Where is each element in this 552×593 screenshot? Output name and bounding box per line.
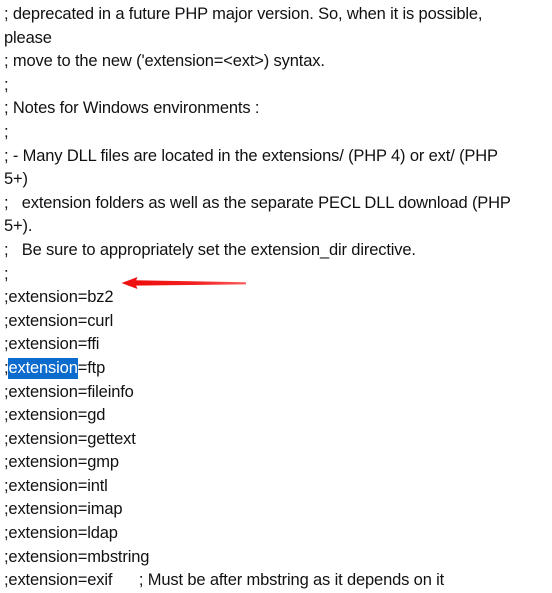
code-line-text: ; deprecated in a future PHP major versi…	[4, 5, 483, 23]
code-line[interactable]: ;extension=ftp	[0, 357, 552, 381]
code-line-text: ;extension=curl	[4, 311, 114, 330]
code-line-text: ; extension folders as well as the separ…	[4, 193, 511, 212]
code-line[interactable]: ;extension=fileinfo	[0, 381, 552, 405]
code-line[interactable]: ;	[0, 121, 552, 145]
php-ini-text-editor[interactable]: ; deprecated in a future PHP major versi…	[0, 0, 552, 589]
code-line[interactable]: ;extension=gmp	[0, 451, 552, 475]
code-line-list[interactable]: ; deprecated in a future PHP major versi…	[0, 0, 552, 593]
code-line-text: ;	[4, 75, 9, 94]
code-line[interactable]: ; move to the new ('extension=<ext>) syn…	[0, 50, 552, 74]
selected-text-highlight[interactable]: extension	[8, 357, 78, 379]
code-line-text: ;extension=mbstring	[4, 547, 150, 566]
code-line[interactable]: ; Be sure to appropriately set the exten…	[0, 239, 552, 263]
code-line-text: ;extension=gmp	[4, 453, 119, 472]
code-line[interactable]: ;	[0, 74, 552, 98]
code-line[interactable]: ;	[0, 263, 552, 287]
code-line[interactable]: please	[0, 27, 552, 51]
code-line[interactable]: ;extension=mbstring	[0, 546, 552, 570]
code-line-text: 5+)	[4, 170, 28, 189]
code-line-text: ; Notes for Windows environments :	[4, 99, 260, 118]
code-line-text: ;extension=ldap	[4, 524, 118, 543]
code-line[interactable]: ;extension=gettext	[0, 428, 552, 452]
code-line-text: ; - Many DLL files are located in the ex…	[4, 146, 498, 165]
code-line-text: ;extension=imap	[4, 500, 123, 519]
code-line-text: ;	[4, 122, 9, 141]
code-line-text: ;extension=fileinfo	[4, 382, 134, 401]
code-line-text: ;extension=exif ; Must be after mbstring…	[4, 571, 445, 590]
code-line-text: please	[4, 28, 52, 47]
code-line-text: ;extension=gd	[4, 406, 106, 425]
code-line[interactable]: ;extension=gd	[0, 404, 552, 428]
code-line-text: ; move to the new ('extension=<ext>) syn…	[4, 52, 325, 71]
code-line-text: ;extension=bz2	[4, 288, 114, 307]
code-line[interactable]: ; extension folders as well as the separ…	[0, 192, 552, 216]
code-line-text: ;extension=gettext	[4, 429, 136, 448]
code-line-text: 5+).	[4, 217, 33, 236]
code-line[interactable]: ; - Many DLL files are located in the ex…	[0, 145, 552, 169]
code-line[interactable]: ;extension=ffi	[0, 333, 552, 357]
code-line-text: ;	[4, 264, 9, 283]
code-line-text: ; Be sure to appropriately set the exten…	[4, 240, 416, 259]
code-line[interactable]: 5+).	[0, 215, 552, 239]
code-line[interactable]: ; deprecated in a future PHP major versi…	[0, 3, 552, 27]
code-line[interactable]: ;extension=intl	[0, 475, 552, 499]
code-line-text-after-selection: =ftp	[77, 358, 106, 377]
code-line[interactable]: ;extension=imap	[0, 498, 552, 522]
code-line[interactable]: ; Notes for Windows environments :	[0, 97, 552, 121]
code-line-text: ;extension=intl	[4, 476, 108, 495]
code-line[interactable]: ;extension=curl	[0, 310, 552, 334]
code-line[interactable]: ;extension=ldap	[0, 522, 552, 546]
code-line[interactable]: ;extension=exif ; Must be after mbstring…	[0, 569, 552, 593]
code-line[interactable]: ;extension=bz2	[0, 286, 552, 310]
code-line-text: ;extension=ffi	[4, 335, 100, 354]
code-line[interactable]: 5+)	[0, 168, 552, 192]
